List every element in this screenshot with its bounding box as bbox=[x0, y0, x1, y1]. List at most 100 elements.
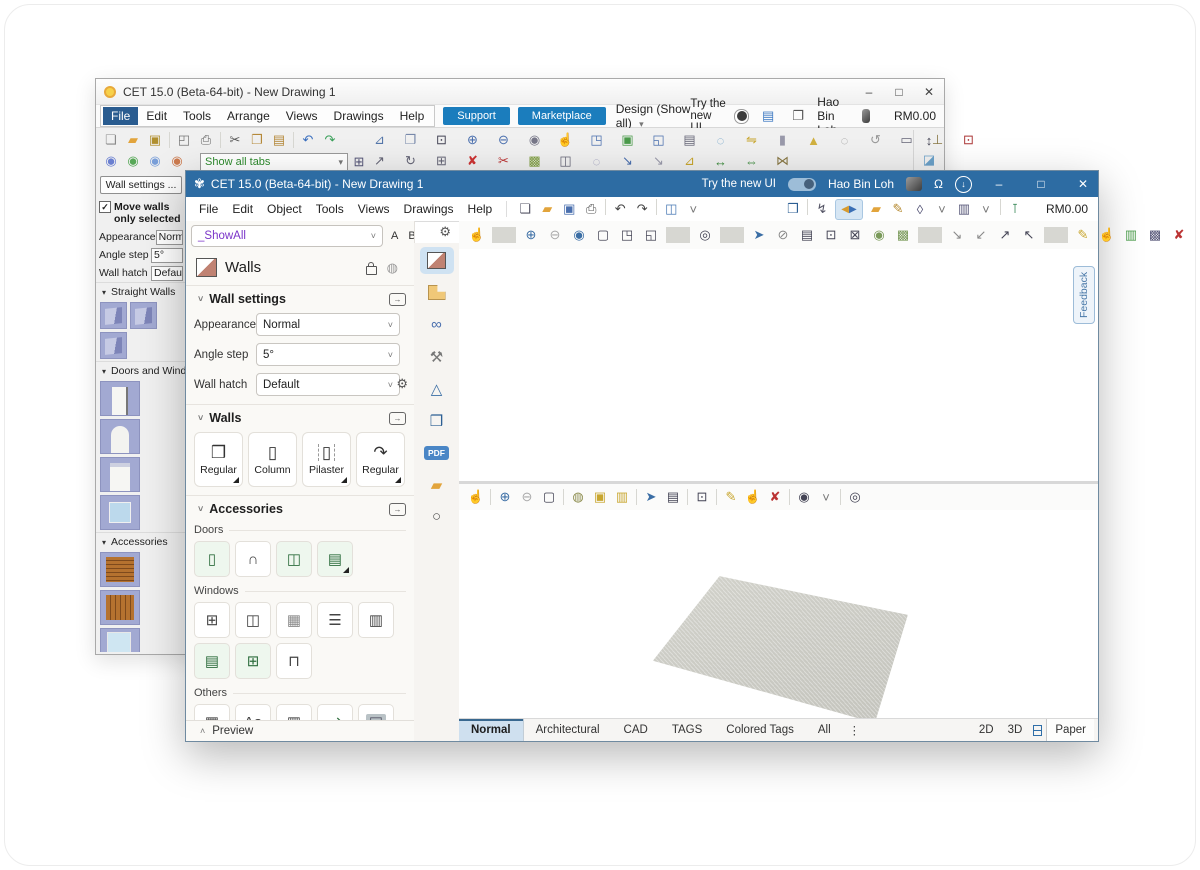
popout-icon[interactable]: → bbox=[389, 502, 406, 516]
attach-tool-icon[interactable]: ↯ bbox=[811, 199, 833, 219]
resize-vertical-icon[interactable]: ↕ bbox=[918, 130, 940, 150]
letter-tab[interactable]: B bbox=[404, 228, 414, 244]
touch-select-icon[interactable]: ☝ bbox=[1095, 225, 1119, 245]
menu-item[interactable]: Drawings bbox=[326, 107, 392, 125]
straight-wall-thumb[interactable] bbox=[100, 302, 127, 330]
select-list-icon[interactable]: ▤ bbox=[795, 225, 819, 245]
field-select[interactable]: 5° ˅ bbox=[256, 343, 400, 366]
delete-icon[interactable]: ✘ bbox=[764, 487, 786, 507]
undo-icon[interactable]: ↶ bbox=[609, 199, 631, 219]
toolbar-icon[interactable] bbox=[918, 227, 942, 243]
section-straight-walls[interactable]: ▾ Straight Walls bbox=[96, 282, 186, 300]
tag-icon[interactable]: ◊ bbox=[909, 199, 931, 219]
line-alt-icon[interactable]: ↘ bbox=[643, 151, 674, 171]
zoom-in-icon[interactable]: ⊕ bbox=[494, 487, 516, 507]
door-thumb[interactable] bbox=[100, 381, 140, 417]
save-icon[interactable]: ▣ bbox=[144, 130, 166, 150]
zoom-window-icon[interactable]: ◳ bbox=[615, 225, 639, 245]
toolbar-icon[interactable] bbox=[1044, 227, 1068, 243]
design-dropdown[interactable]: Design (Show all) ▾ bbox=[616, 102, 691, 130]
toolbar-icon[interactable] bbox=[999, 199, 1001, 215]
folder-new-icon[interactable]: ▰ bbox=[865, 199, 887, 219]
mode-3d-button[interactable]: 3D bbox=[1003, 724, 1028, 736]
window-tool[interactable]: ⊞ bbox=[194, 602, 230, 638]
film-icon[interactable]: ▥ bbox=[1119, 225, 1143, 245]
popout-icon[interactable]: → bbox=[389, 411, 406, 425]
connector-icon[interactable]: ⊡ bbox=[953, 130, 984, 150]
menu-item[interactable]: Drawings bbox=[397, 200, 461, 218]
ruler-icon[interactable]: ⊿ bbox=[674, 151, 705, 171]
toolbar-icon[interactable] bbox=[220, 132, 221, 148]
window-thumb[interactable] bbox=[100, 495, 140, 531]
toolbar-icon[interactable] bbox=[716, 489, 717, 505]
toolbar-icon[interactable] bbox=[605, 199, 607, 215]
view-tab[interactable]: Normal bbox=[459, 719, 524, 741]
touch-select-icon[interactable]: ☝ bbox=[742, 487, 764, 507]
cased-opening-tool[interactable]: ◫ bbox=[276, 541, 312, 577]
save-icon[interactable]: ▣ bbox=[558, 199, 580, 219]
camera-3d-icon[interactable]: ▥ bbox=[611, 487, 633, 507]
triangles-icon[interactable]: ▲ bbox=[798, 130, 829, 150]
tall-window-tool[interactable]: ⊞ bbox=[235, 643, 271, 679]
field-dropdown[interactable]: 5° bbox=[151, 247, 183, 263]
columns-chevron-icon[interactable]: ˅ bbox=[975, 199, 997, 219]
zoom-out-icon[interactable]: ⊖ bbox=[488, 130, 519, 150]
lock-icon[interactable] bbox=[365, 261, 377, 275]
block-icon[interactable]: ▮ bbox=[767, 130, 798, 150]
toolbar-icon[interactable] bbox=[169, 132, 170, 148]
preview-bar[interactable]: ˄ Preview bbox=[186, 720, 414, 741]
opening-thumb[interactable] bbox=[100, 457, 140, 493]
lab-flask-icon[interactable]: △ bbox=[420, 375, 454, 402]
select-similar-icon[interactable]: ⊞ bbox=[426, 151, 457, 171]
pan-icon[interactable]: ☝ bbox=[550, 130, 581, 150]
toolbar-icon[interactable] bbox=[666, 227, 690, 243]
pilaster-tool[interactable]: ▯ Pilaster bbox=[302, 432, 351, 487]
mirror-icon[interactable]: ⋈ bbox=[767, 151, 798, 171]
open-folder-icon[interactable]: ▰ bbox=[122, 130, 144, 150]
nav-down-icon[interactable]: ◉ bbox=[166, 151, 188, 171]
menu-item[interactable]: Object bbox=[260, 200, 309, 218]
vertical-blinds-thumb[interactable] bbox=[100, 590, 140, 626]
pan-icon[interactable]: ☝ bbox=[465, 225, 489, 245]
print-preview-icon[interactable]: ◰ bbox=[173, 130, 195, 150]
hatch-settings-gear-icon[interactable]: ⚙ bbox=[396, 376, 408, 392]
copy-icon[interactable]: ❐ bbox=[246, 130, 268, 150]
menu-item[interactable]: Help bbox=[461, 200, 500, 218]
pencil-icon[interactable]: ✎ bbox=[1071, 225, 1095, 245]
dimension-se-icon[interactable]: ↘ bbox=[945, 225, 969, 245]
connect-icon[interactable]: ⊡ bbox=[819, 225, 843, 245]
dimension-nw-icon[interactable]: ↖ bbox=[1017, 225, 1041, 245]
sliding-door-tool[interactable]: ▤ bbox=[317, 541, 353, 577]
regular-wall-tool[interactable]: ❒ Regular bbox=[194, 432, 243, 487]
bell-icon[interactable]: Ω bbox=[934, 177, 943, 191]
menu-item[interactable]: Tools bbox=[309, 200, 351, 218]
lasso-arrow-icon[interactable]: ↺ bbox=[860, 130, 891, 150]
download-icon[interactable]: ↓ bbox=[955, 175, 972, 193]
swap-icon[interactable]: ⇋ bbox=[736, 130, 767, 150]
letter-tab[interactable]: A bbox=[387, 228, 402, 244]
field-dropdown[interactable]: Default bbox=[151, 265, 183, 281]
scale-icon[interactable]: ⊿ bbox=[364, 130, 395, 150]
zoom-in-icon[interactable]: ⊕ bbox=[519, 225, 543, 245]
open-folder-icon[interactable]: ▰ bbox=[536, 199, 558, 219]
marketplace-button[interactable]: Marketplace bbox=[517, 107, 606, 125]
view-tab[interactable]: Architectural bbox=[524, 719, 612, 741]
paper-tab[interactable]: Paper bbox=[1046, 719, 1094, 741]
more-tabs-icon[interactable]: ⋮ bbox=[843, 719, 867, 741]
spaces-tab[interactable] bbox=[420, 279, 454, 306]
filter-dropdown[interactable]: _ShowAll ˅ bbox=[191, 225, 383, 247]
new-file-icon[interactable]: ❏ bbox=[514, 199, 536, 219]
view-tab[interactable]: TAGS bbox=[660, 719, 714, 741]
measure-stand-icon[interactable]: ⊺ bbox=[1004, 199, 1026, 219]
dimension-sw-icon[interactable]: ↙ bbox=[969, 225, 993, 245]
move-axis-icon[interactable]: ↔ bbox=[705, 151, 736, 171]
tools-tab[interactable]: ⚒ bbox=[420, 343, 454, 370]
crate-icon[interactable]: ▩ bbox=[891, 225, 915, 245]
connect-arrow-icon[interactable]: ⊠ bbox=[843, 225, 867, 245]
support-button[interactable]: Support bbox=[443, 107, 510, 125]
zoom-window-icon[interactable]: ◳ bbox=[581, 130, 612, 150]
view-tab[interactable]: CAD bbox=[612, 719, 660, 741]
cut-icon[interactable]: ✂ bbox=[224, 130, 246, 150]
select-icon[interactable]: ➤ bbox=[640, 487, 662, 507]
toolbar-icon[interactable] bbox=[656, 199, 658, 215]
